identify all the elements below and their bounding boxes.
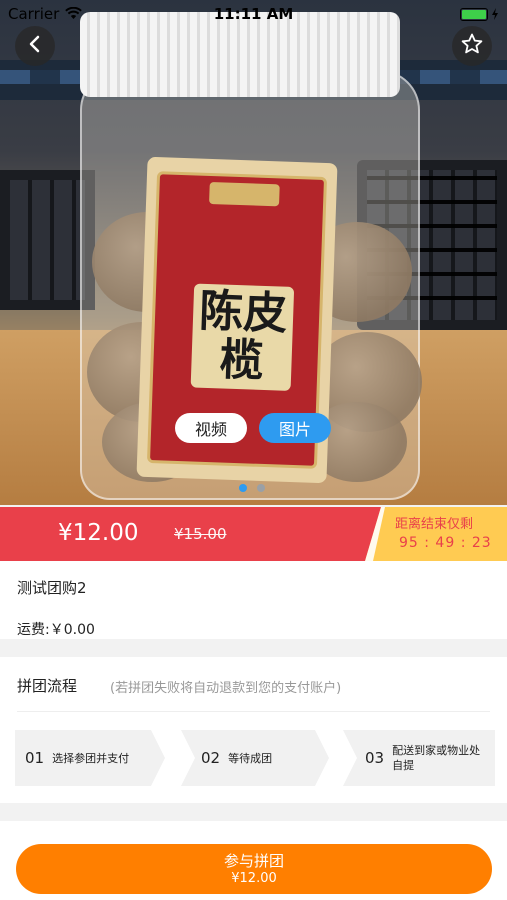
process-step: 02 等待成团 xyxy=(181,730,329,786)
media-type-toggle: 视频 图片 xyxy=(175,413,335,447)
process-title: 拼团流程 xyxy=(17,677,78,695)
join-group-button[interactable]: 参与拼团 ¥12.00 xyxy=(16,844,492,894)
step-text: 配送到家或物业处自提 xyxy=(392,744,481,772)
countdown-panel: 距离结束仅剩 95 : 49 : 23 xyxy=(365,507,507,561)
carrier-label: Carrier xyxy=(8,5,60,23)
battery-icon xyxy=(460,7,499,21)
join-group-price: ¥12.00 xyxy=(231,870,277,886)
countdown-label: 距离结束仅剩 xyxy=(395,517,474,532)
join-group-label: 参与拼团 xyxy=(223,851,284,870)
step-text: 选择参团并支付 xyxy=(52,751,130,765)
price-bar: ¥12.00 ¥15.00 距离结束仅剩 95 : 49 : 23 xyxy=(0,507,507,561)
chevron-left-icon xyxy=(26,35,44,57)
step-number: 01 xyxy=(25,749,45,767)
video-tab[interactable]: 视频 xyxy=(175,413,247,443)
step-number: 03 xyxy=(365,749,385,767)
process-step: 01 选择参团并支付 xyxy=(15,730,165,786)
current-price: ¥12.00 xyxy=(58,520,139,546)
shipping-fee: 运费:￥0.00 xyxy=(17,622,95,638)
original-price: ¥15.00 xyxy=(174,525,227,543)
countdown-timer: 95 : 49 : 23 xyxy=(399,535,492,551)
group-buy-process: 拼团流程 (若拼团失败将自动退款到您的支付账户) 01 选择参团并支付 02 等… xyxy=(0,657,507,803)
back-button[interactable] xyxy=(15,26,55,66)
process-note: (若拼团失败将自动退款到您的支付账户) xyxy=(110,681,342,696)
product-label-text: 陈皮榄 xyxy=(190,283,295,391)
process-step: 03 配送到家或物业处自提 xyxy=(343,730,495,786)
status-bar: Carrier 11:11 AM xyxy=(0,0,507,28)
bottom-action-bar: 参与拼团 ¥12.00 xyxy=(0,821,507,900)
star-icon xyxy=(460,32,484,60)
favorite-button[interactable] xyxy=(452,26,492,66)
product-info: 测试团购2 运费:￥0.00 xyxy=(0,561,507,639)
status-time: 11:11 AM xyxy=(213,5,294,23)
page-dot-2[interactable] xyxy=(257,484,265,492)
step-number: 02 xyxy=(201,749,221,767)
gallery-page-indicator xyxy=(239,484,265,492)
process-steps: 01 选择参团并支付 02 等待成团 03 配送到家或物业处自提 xyxy=(15,730,495,786)
step-text: 等待成团 xyxy=(228,751,273,765)
wifi-icon xyxy=(65,5,83,23)
image-tab[interactable]: 图片 xyxy=(259,413,331,443)
product-name: 测试团购2 xyxy=(17,579,87,597)
page-dot-1[interactable] xyxy=(239,484,247,492)
divider xyxy=(17,711,490,712)
